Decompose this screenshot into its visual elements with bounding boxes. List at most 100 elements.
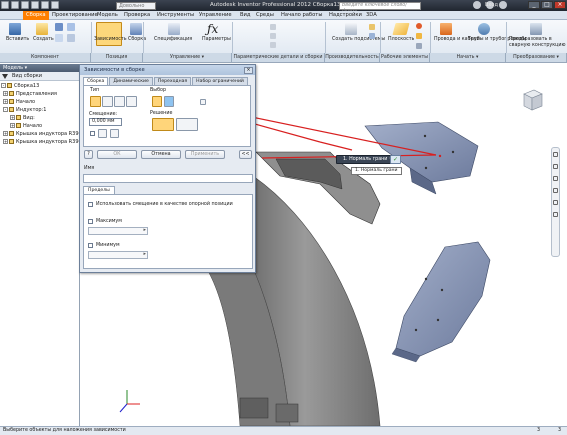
expand-icon[interactable]: +	[3, 91, 8, 96]
weldment-icon[interactable]	[530, 23, 542, 35]
open-icon[interactable]	[21, 1, 29, 9]
tree-item[interactable]: + Начало	[0, 122, 79, 130]
tab-model[interactable]: Модель	[97, 12, 118, 18]
group-convert[interactable]: Преобразование ▾	[506, 53, 567, 62]
full-navigation-icon[interactable]	[553, 212, 558, 217]
tab-assemble[interactable]: Сборка	[23, 11, 49, 20]
selection-chip[interactable]: 1. Нормаль грани ▾	[336, 155, 396, 164]
tab-transitional[interactable]: Переходная	[153, 77, 192, 85]
plane-icon[interactable]	[392, 23, 410, 35]
exchange-icon[interactable]	[499, 1, 507, 9]
tab-limits[interactable]: Пределы	[83, 186, 115, 194]
expand-icon[interactable]: +	[10, 123, 15, 128]
tab-3da[interactable]: 3DA	[366, 12, 377, 18]
apply-button[interactable]: Применить	[185, 150, 225, 159]
zoom-icon[interactable]	[553, 176, 558, 181]
offset-input[interactable]: 0,000 мм	[89, 118, 122, 126]
maximize-icon[interactable]: □	[541, 1, 553, 9]
minimum-checkbox[interactable]	[88, 243, 93, 248]
copy-icon[interactable]	[67, 23, 75, 31]
create-subassembly-button[interactable]: Создать подсистемы	[332, 37, 385, 43]
constraint-button[interactable]: Зависимость	[94, 37, 127, 42]
name-input[interactable]	[83, 174, 253, 183]
tree-item[interactable]: + Крышка индуктора R396	[0, 130, 82, 138]
tab-inspect[interactable]: Проверка	[124, 12, 150, 18]
sign-in-button[interactable]: Вход	[485, 2, 498, 8]
viewcube-icon[interactable]	[518, 86, 544, 112]
point-icon[interactable]	[416, 33, 422, 39]
pan-icon[interactable]	[553, 164, 558, 169]
view-selector[interactable]: Вид сборки	[12, 73, 42, 79]
tab-tools[interactable]: Инструменты	[157, 12, 194, 18]
maximum-checkbox[interactable]	[88, 219, 93, 224]
tab-addins[interactable]: Надстройки	[329, 12, 362, 18]
pattern-icon[interactable]	[55, 23, 63, 31]
ucs-icon[interactable]	[416, 43, 422, 49]
appearance-dropdown[interactable]: Довольно	[116, 1, 156, 10]
tab-design[interactable]: Проектирование	[52, 12, 98, 18]
preview-checkbox[interactable]	[90, 131, 95, 136]
tree-item[interactable]: + Начало	[0, 98, 79, 106]
tubes-icon[interactable]	[478, 23, 490, 35]
plate-part[interactable]	[395, 241, 491, 357]
flush-solution-icon[interactable]	[176, 118, 198, 131]
insert-constraint-icon[interactable]	[126, 96, 137, 107]
bom-button[interactable]: Спецификация	[154, 37, 192, 42]
assemble-icon[interactable]	[130, 23, 142, 35]
insert-icon[interactable]	[9, 23, 21, 35]
check-icon[interactable]: ✓	[390, 155, 401, 164]
tab-environments[interactable]: Среды	[256, 12, 274, 18]
collapse-icon[interactable]: -	[1, 83, 6, 88]
tab-view[interactable]: Вид	[240, 12, 251, 18]
mate-solution-icon[interactable]	[152, 118, 174, 131]
ok-button[interactable]: ОК	[97, 150, 137, 159]
glasses-icon[interactable]	[98, 129, 107, 138]
small-tool-icon[interactable]	[369, 24, 375, 30]
tab-motion[interactable]: Динамические	[109, 77, 153, 85]
mirror-icon[interactable]	[55, 34, 63, 42]
use-offset-checkbox[interactable]	[88, 202, 93, 207]
component-icon[interactable]	[270, 42, 276, 48]
expand-icon[interactable]: +	[3, 99, 8, 104]
cables-icon[interactable]	[440, 23, 452, 35]
ring-notch-2[interactable]	[275, 403, 299, 423]
ring-notch[interactable]	[239, 397, 269, 419]
small-tool-icon-2[interactable]	[369, 33, 375, 39]
close-icon[interactable]: ×	[244, 66, 253, 74]
cancel-button[interactable]: Отмена	[141, 150, 181, 159]
bom-icon[interactable]	[168, 23, 180, 35]
axis-icon[interactable]	[416, 23, 422, 29]
browser-title[interactable]: Модель ▾	[0, 64, 79, 72]
steering-wheel-icon[interactable]	[553, 152, 558, 157]
insert-button[interactable]: Вставить	[6, 37, 29, 42]
tree-item[interactable]: + Вид:	[0, 114, 79, 122]
tree-item[interactable]: + Крышка индуктора R396	[0, 138, 82, 146]
minimum-input[interactable]	[88, 251, 148, 259]
tab-manage[interactable]: Управление	[199, 12, 232, 18]
search-icon[interactable]	[473, 1, 481, 9]
collapse-icon[interactable]: -	[3, 107, 8, 112]
filter-icon[interactable]	[2, 73, 8, 79]
create-button[interactable]: Создать	[33, 37, 54, 42]
expand-icon[interactable]: +	[3, 131, 8, 136]
save-icon[interactable]	[31, 1, 39, 9]
minimize-icon[interactable]: _	[528, 1, 540, 9]
constraint-icon[interactable]	[96, 22, 122, 46]
look-at-icon[interactable]	[553, 200, 558, 205]
select-first-icon[interactable]	[152, 96, 162, 107]
parameters-button[interactable]: Параметры	[202, 37, 231, 42]
help-icon[interactable]: ?	[84, 150, 93, 159]
convert-weldment-button[interactable]: Преобразовать в сварную конструкцию	[509, 37, 567, 49]
app-menu-icon[interactable]	[1, 1, 9, 9]
undo-icon[interactable]	[41, 1, 49, 9]
ilogic-icon[interactable]	[270, 33, 276, 39]
orbit-icon[interactable]	[553, 188, 558, 193]
replace-icon[interactable]	[67, 34, 75, 42]
maximum-input[interactable]	[88, 227, 148, 235]
tree-item[interactable]: - Сборка13	[0, 82, 79, 90]
new-icon[interactable]	[11, 1, 19, 9]
tangent-constraint-icon[interactable]	[114, 96, 125, 107]
create-icon[interactable]	[36, 23, 48, 35]
predict-offset-icon[interactable]	[110, 129, 119, 138]
group-manage[interactable]: Управление ▾	[143, 53, 232, 62]
